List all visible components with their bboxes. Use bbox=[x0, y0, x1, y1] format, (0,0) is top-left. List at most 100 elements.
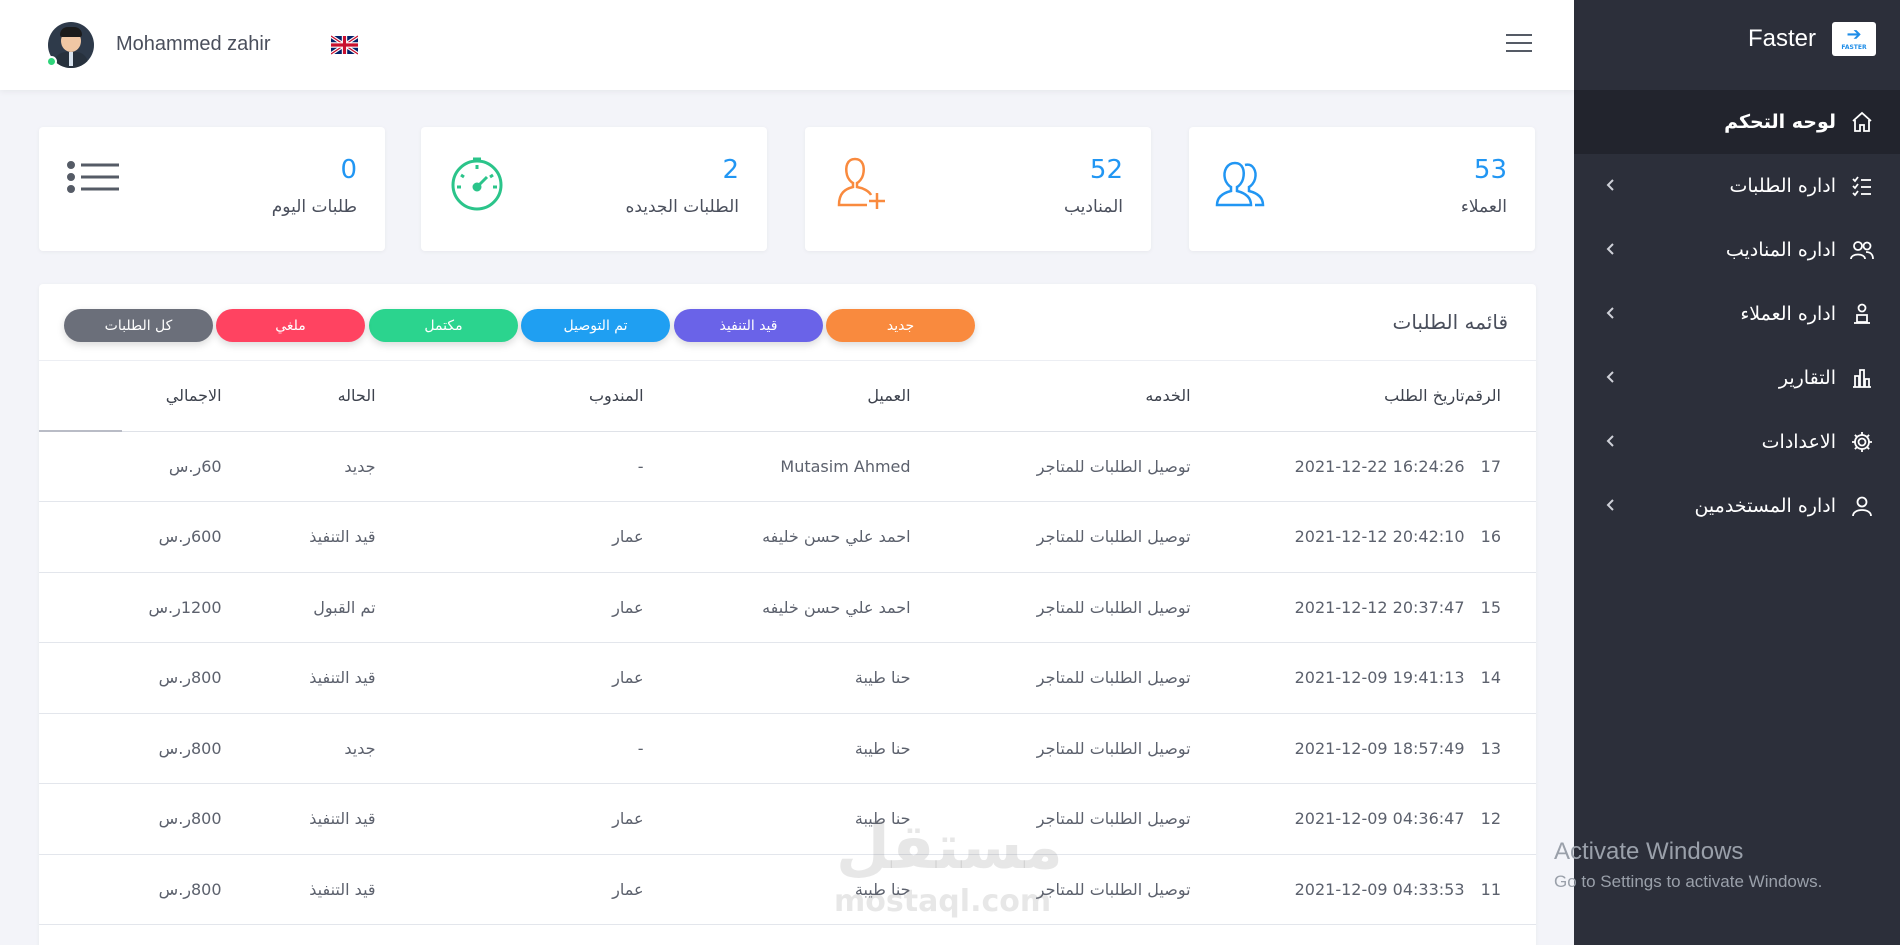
cell-date: 2021-12-09 04:36:47 bbox=[1190, 783, 1465, 855]
sidebar-item-settings[interactable]: الاعدادات bbox=[1574, 410, 1900, 474]
cell-actions bbox=[39, 501, 47, 573]
filter-delivered-button[interactable]: تم التوصيل bbox=[521, 309, 670, 342]
cell-service: توصيل الطلبات للمتاجر bbox=[910, 501, 1191, 573]
stat-card-new-orders[interactable]: 2 الطلبات الجديده bbox=[421, 127, 767, 251]
user-add-icon bbox=[837, 157, 885, 209]
brand[interactable]: ➔ FASTER Faster bbox=[1574, 0, 1900, 78]
hamburger-line bbox=[1506, 50, 1532, 52]
column-header-status[interactable]: الحاله bbox=[221, 361, 376, 432]
sidebar-item-orders[interactable]: اداره الطلبات bbox=[1574, 154, 1900, 218]
table-row[interactable]: 13 2021-12-09 18:57:49 توصيل الطلبات للم… bbox=[39, 713, 1536, 784]
user-name[interactable]: Mohammed zahir bbox=[116, 33, 271, 56]
cell-date: 2021-12-12 20:37:47 bbox=[1190, 572, 1465, 643]
cell-total: 800ر.س bbox=[46, 642, 222, 714]
sidebar-item-reports[interactable]: التقارير bbox=[1574, 346, 1900, 410]
cell-number: 15 bbox=[1464, 572, 1536, 643]
column-header-client[interactable]: العميل bbox=[643, 361, 911, 432]
brand-logo: ➔ FASTER bbox=[1832, 22, 1876, 56]
avatar-tie bbox=[69, 52, 73, 66]
filter-all-button[interactable]: كل الطلبات bbox=[64, 309, 213, 342]
brand-logo-text: FASTER bbox=[1841, 44, 1867, 51]
stat-value: 2 bbox=[722, 155, 739, 185]
hamburger-menu-icon[interactable] bbox=[1506, 34, 1532, 56]
cell-delegate: عمار bbox=[375, 854, 644, 925]
stat-card-delegates[interactable]: 52 المناديب bbox=[805, 127, 1151, 251]
brand-name: Faster bbox=[1747, 25, 1816, 52]
gear-icon bbox=[1848, 428, 1876, 456]
cell-service: توصيل الطلبات للمتاجر bbox=[910, 642, 1191, 714]
stat-label: الطلبات الجديده bbox=[625, 197, 739, 217]
column-header-date[interactable]: تاريخ الطلب bbox=[1190, 361, 1465, 432]
stat-value: 52 bbox=[1089, 155, 1123, 185]
checklist-icon bbox=[1848, 172, 1876, 200]
watermark-logo: مستقل bbox=[836, 810, 1063, 883]
column-header-number[interactable]: الرقم bbox=[1464, 361, 1536, 432]
chevron-left-icon bbox=[1604, 239, 1618, 261]
users-outline-icon bbox=[1215, 161, 1265, 207]
sidebar-item-label: اداره العملاء bbox=[1740, 303, 1836, 325]
stat-value: 53 bbox=[1473, 155, 1507, 185]
cell-delegate: - bbox=[375, 713, 644, 784]
sidebar-item-label: اداره المناديب bbox=[1725, 239, 1836, 261]
avatar-hair bbox=[60, 27, 82, 37]
cell-client: احمد علي حسن خليفه bbox=[643, 501, 911, 573]
sidebar-item-users[interactable]: اداره المستخدمين bbox=[1574, 474, 1900, 538]
cell-status: قيد التنفيذ bbox=[221, 854, 376, 925]
topbar: Mohammed zahir bbox=[0, 0, 1574, 90]
activation-title: Activate Windows bbox=[1554, 838, 1744, 865]
cell-number: 17 bbox=[1464, 431, 1536, 502]
online-status-dot bbox=[46, 56, 57, 67]
filter-completed-button[interactable]: مكتمل bbox=[369, 309, 518, 342]
cell-status: تم القبول bbox=[221, 572, 376, 643]
table-row[interactable]: 11 2021-12-09 04:33:53 توصيل الطلبات للم… bbox=[39, 854, 1536, 925]
cell-number: 13 bbox=[1464, 713, 1536, 784]
table-row[interactable]: 12 2021-12-09 04:36:47 توصيل الطلبات للم… bbox=[39, 783, 1536, 855]
cell-status: جديد bbox=[221, 431, 376, 502]
table-row[interactable]: 17 2021-12-22 16:24:26 توصيل الطلبات للم… bbox=[39, 431, 1536, 502]
column-header-total[interactable]: الاجمالي bbox=[46, 361, 222, 432]
sidebar-item-label: اداره الطلبات bbox=[1729, 175, 1836, 197]
cell-status: قيد التنفيذ bbox=[221, 783, 376, 855]
stat-label: العملاء bbox=[1460, 197, 1507, 217]
fast-arrow-icon: ➔ bbox=[1846, 24, 1862, 45]
column-header-delegate[interactable]: المندوب bbox=[375, 361, 644, 432]
filter-cancelled-button[interactable]: ملغي bbox=[216, 309, 365, 342]
sidebar-item-delegates[interactable]: اداره المناديب bbox=[1574, 218, 1900, 282]
chevron-left-icon bbox=[1604, 175, 1618, 197]
orders-title: قائمه الطلبات bbox=[1392, 310, 1509, 334]
cell-status: جديد bbox=[221, 713, 376, 784]
cell-total: 800ر.س bbox=[46, 713, 222, 784]
stat-card-clients[interactable]: 53 العملاء bbox=[1189, 127, 1535, 251]
filter-in-progress-button[interactable]: قيد التنفيذ bbox=[674, 309, 823, 342]
sidebar-item-dashboard[interactable]: لوحه التحكم bbox=[1574, 90, 1900, 154]
cell-total: 800ر.س bbox=[46, 783, 222, 855]
stat-card-today-orders[interactable]: 0 طلبات اليوم bbox=[39, 127, 385, 251]
sidebar-item-clients[interactable]: اداره العملاء bbox=[1574, 282, 1900, 346]
cell-actions bbox=[39, 713, 47, 784]
cell-actions bbox=[39, 572, 47, 643]
cell-status: قيد التنفيذ bbox=[221, 501, 376, 573]
windows-activation-notice: Activate Windows Go to Settings to activ… bbox=[1554, 838, 1822, 892]
cell-actions bbox=[39, 431, 47, 502]
cell-number: 12 bbox=[1464, 783, 1536, 855]
filter-new-button[interactable]: جديد bbox=[826, 309, 975, 342]
table-row[interactable]: 14 2021-12-09 19:41:13 توصيل الطلبات للم… bbox=[39, 642, 1536, 714]
column-header-service[interactable]: الخدمه bbox=[910, 361, 1191, 432]
cell-delegate: عمار bbox=[375, 783, 644, 855]
stat-label: المناديب bbox=[1063, 197, 1123, 217]
cell-service: توصيل الطلبات للمتاجر bbox=[910, 431, 1191, 502]
sidebar-nav: لوحه التحكم اداره الطلبات اداره المناديب… bbox=[1574, 90, 1900, 538]
uk-flag-icon[interactable] bbox=[331, 35, 358, 55]
cell-number: 16 bbox=[1464, 501, 1536, 573]
users-icon bbox=[1848, 236, 1876, 264]
sidebar-item-label: لوحه التحكم bbox=[1724, 111, 1836, 133]
table-row[interactable]: 15 2021-12-12 20:37:47 توصيل الطلبات للم… bbox=[39, 572, 1536, 643]
cell-actions bbox=[39, 783, 47, 855]
table-row[interactable]: 16 2021-12-12 20:42:10 توصيل الطلبات للم… bbox=[39, 501, 1536, 573]
cell-client: حنا طيبة bbox=[643, 713, 911, 784]
chevron-left-icon bbox=[1604, 303, 1618, 325]
cell-delegate: عمار bbox=[375, 572, 644, 643]
cell-delegate: عمار bbox=[375, 642, 644, 714]
orders-table: الرقم تاريخ الطلب الخدمه العميل المندوب … bbox=[39, 361, 1536, 925]
cell-client: احمد علي حسن خليفه bbox=[643, 572, 911, 643]
